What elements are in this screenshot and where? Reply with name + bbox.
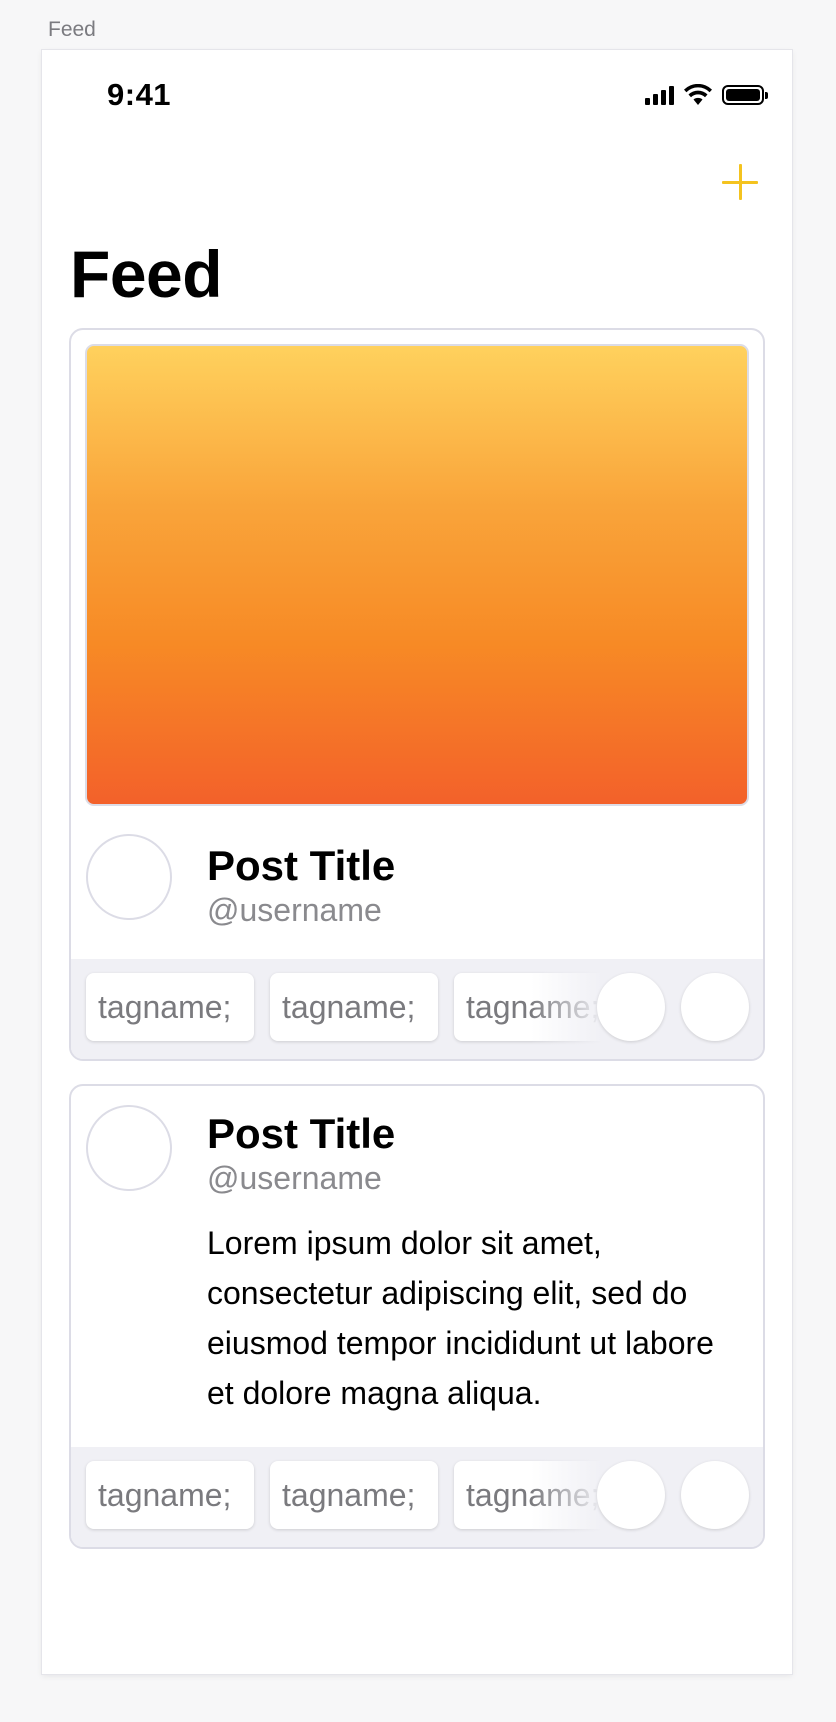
action-button[interactable]	[681, 973, 749, 1041]
avatar[interactable]	[86, 1105, 172, 1191]
post-title: Post Title	[207, 842, 396, 889]
frame-label: Feed	[48, 18, 96, 41]
tag-bar: tagname; tagname; tagname;	[71, 1447, 763, 1547]
post-username: @username	[207, 892, 382, 928]
tag-pill[interactable]: tagname;	[86, 973, 254, 1041]
action-button[interactable]	[597, 973, 665, 1041]
phone-screen: 9:41 Feed Post Title @username tagname;	[42, 50, 792, 1674]
status-bar: 9:41	[42, 50, 792, 140]
tag-bar: tagname; tagname; tagname;	[71, 959, 763, 1059]
wifi-icon	[684, 84, 712, 105]
battery-icon	[722, 84, 768, 105]
action-button[interactable]	[681, 1461, 749, 1529]
page-title: Feed	[70, 237, 223, 311]
tag-pill[interactable]: tagname;	[270, 1461, 438, 1529]
add-post-button[interactable]	[720, 162, 760, 202]
action-button[interactable]	[597, 1461, 665, 1529]
post-card[interactable]: Post Title @username Lorem ipsum dolor s…	[69, 1084, 765, 1549]
status-icons	[645, 84, 768, 105]
cellular-signal-icon	[645, 85, 674, 105]
tag-pill[interactable]: tagname;	[86, 1461, 254, 1529]
post-title: Post Title	[207, 1110, 396, 1157]
post-username: @username	[207, 1160, 382, 1196]
avatar[interactable]	[86, 834, 172, 920]
post-body: Lorem ipsum dolor sit amet, consectetur …	[207, 1225, 714, 1411]
status-time: 9:41	[107, 77, 172, 112]
post-image[interactable]	[85, 344, 749, 806]
post-card[interactable]: Post Title @username tagname; tagname; t…	[69, 328, 765, 1061]
tag-pill[interactable]: tagname;	[270, 973, 438, 1041]
